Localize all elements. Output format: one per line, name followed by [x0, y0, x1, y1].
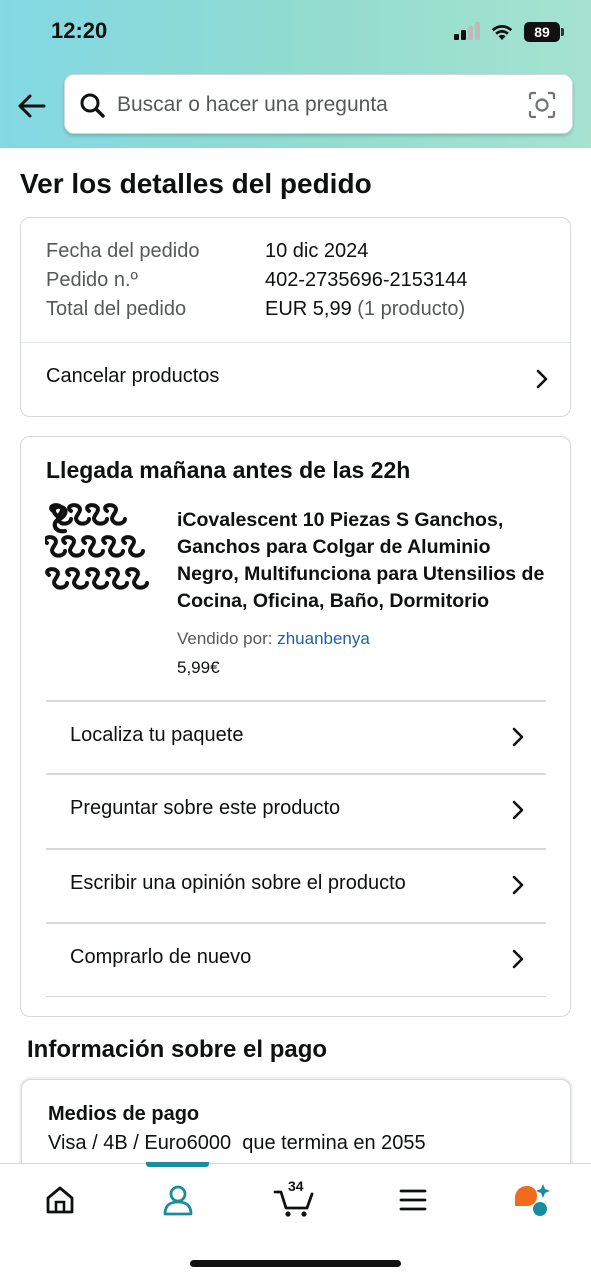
active-tab-indicator	[146, 1162, 209, 1167]
sold-by: Vendido por: zhuanbenya	[177, 629, 370, 649]
write-review-label: Escribir una opinión sobre el producto	[70, 872, 406, 894]
write-review-link[interactable]: Escribir una opinión sobre el producto	[46, 850, 546, 922]
search-icon	[80, 93, 105, 118]
cancel-products-link[interactable]: Cancelar productos	[21, 343, 570, 417]
product-price: 5,99€	[177, 658, 220, 677]
wifi-icon	[491, 25, 513, 40]
chevron-right-icon	[512, 875, 524, 895]
back-arrow-icon[interactable]	[14, 88, 50, 124]
order-total-amount: EUR 5,99	[265, 298, 352, 320]
product-image[interactable]	[45, 503, 155, 613]
seller-link[interactable]: zhuanbenya	[277, 629, 370, 648]
ask-product-question-label: Preguntar sobre este producto	[70, 797, 341, 819]
ask-product-question-link[interactable]: Preguntar sobre este producto	[46, 775, 546, 847]
order-date-value: 10 dic 2024	[265, 240, 369, 262]
payment-method-value: Visa / 4B / Euro6000 que termina en 2055	[48, 1132, 426, 1154]
app-header: 12:20 89	[0, 0, 591, 148]
track-package-link[interactable]: Localiza tu paquete	[46, 702, 546, 774]
search-bar[interactable]	[64, 74, 573, 134]
menu-icon[interactable]	[393, 1180, 433, 1220]
order-number-value: 402-2735696-2153144	[265, 269, 468, 291]
home-icon[interactable]	[40, 1180, 80, 1220]
account-icon[interactable]	[158, 1180, 198, 1220]
payment-section-title: Información sobre el pago	[27, 1036, 328, 1063]
chevron-right-icon	[512, 727, 524, 747]
order-total-count: (1 producto)	[357, 298, 466, 320]
home-indicator	[190, 1260, 401, 1267]
order-date-label: Fecha del pedido	[46, 240, 200, 262]
order-number-label: Pedido n.º	[46, 269, 138, 291]
sold-by-label: Vendido por:	[177, 629, 273, 648]
chevron-right-icon	[512, 800, 524, 820]
chevron-right-icon	[536, 369, 548, 389]
buy-again-label: Comprarlo de nuevo	[70, 946, 252, 968]
cancel-products-label: Cancelar productos	[46, 365, 220, 387]
delivery-card: Llegada mañana antes de las 22h iCovales…	[20, 436, 571, 1017]
order-summary-card: Fecha del pedido 10 dic 2024 Pedido n.º …	[20, 217, 571, 417]
cellular-signal-icon	[454, 22, 482, 42]
track-package-label: Localiza tu paquete	[70, 724, 244, 746]
buy-again-link[interactable]: Comprarlo de nuevo	[46, 924, 546, 996]
order-total-label: Total del pedido	[46, 298, 187, 320]
chevron-right-icon	[512, 949, 524, 969]
status-icons: 89	[454, 20, 564, 44]
rufus-assistant-icon[interactable]	[511, 1180, 551, 1220]
product-title-link[interactable]: iCovalescent 10 Piezas S Ganchos, Gancho…	[177, 507, 547, 615]
order-total-value: EUR 5,99 (1 producto)	[265, 298, 465, 321]
battery-indicator: 89	[524, 22, 564, 42]
page-title: Ver los detalles del pedido	[20, 168, 372, 199]
search-input[interactable]	[117, 89, 517, 121]
delivery-title: Llegada mañana antes de las 22h	[46, 457, 411, 483]
status-time: 12:20	[51, 18, 108, 43]
camera-search-icon[interactable]	[528, 91, 556, 119]
divider	[46, 996, 546, 997]
cart-count-badge: 34	[288, 1178, 304, 1194]
payment-method-label: Medios de pago	[48, 1103, 200, 1125]
